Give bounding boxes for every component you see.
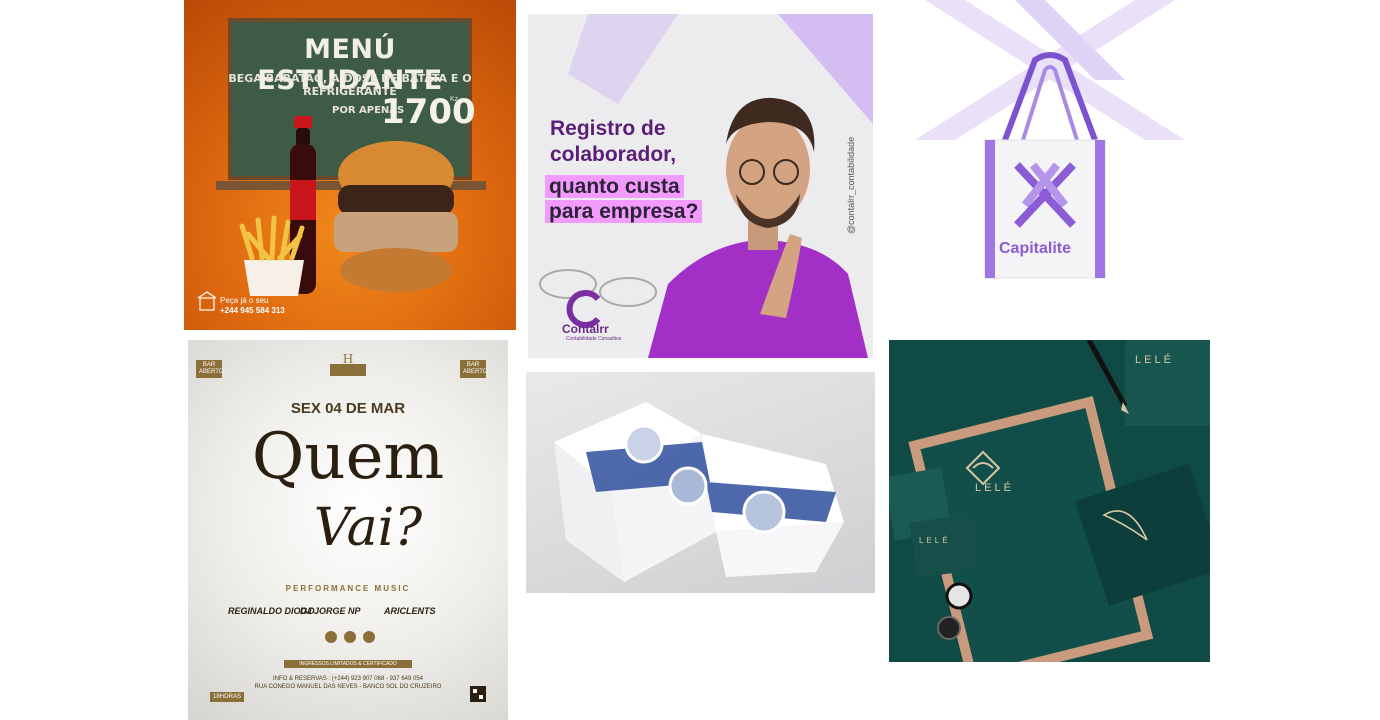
ingressos-banner: INGRESSOS LIMITADOS & CERTIFICADO OBRIGA…	[284, 660, 412, 675]
contalrr-headline-line3: quanto custa	[545, 175, 684, 198]
contalrr-brand-tag: Contabilidade Consultiva	[566, 336, 622, 342]
pen-icon	[1086, 340, 1129, 414]
contalrr-headline-line2: colaborador,	[550, 143, 677, 166]
lele-brand-card: LELÉ	[1135, 354, 1174, 366]
store-icon	[197, 291, 217, 311]
dj-jorge: DJ JORGE NP	[300, 606, 361, 616]
dj-ariclents: ARICLENTS	[384, 606, 436, 616]
music-icons	[325, 631, 375, 643]
contalrr-headline-line1: Registro de	[550, 117, 666, 140]
venue-crest-icon: H	[330, 354, 366, 376]
qr-code-icon	[470, 686, 486, 702]
contalrr-tile[interactable]: Registro de colaborador, quanto custa pa…	[528, 14, 873, 358]
menu-estudante-tile[interactable]: MENÚ ESTUDANTE BEGA BARATÃO, A DOSE DE B…	[184, 0, 516, 330]
bar-aberto-badge-left: BAR ABERTO	[196, 360, 223, 378]
lele-brand-small-card: LELÉ	[919, 536, 951, 545]
event-address: RUA CONEGO MANUEL DAS NEVES - BANCO SOL …	[254, 684, 442, 690]
menu-phone: +244 945 584 313	[220, 306, 285, 315]
person-illustration	[648, 97, 868, 358]
event-headline-quem: Quem	[251, 420, 445, 494]
menu-phone-label: Peça já o seu	[220, 296, 269, 305]
lele-stationery-tile[interactable]: LELÉ LELÉ LELÉ	[889, 340, 1210, 662]
capitalite-brand: Capitalite	[999, 240, 1072, 257]
svg-text:H: H	[343, 354, 353, 366]
contalrr-brand: Contalrr	[562, 322, 609, 336]
lele-stationery-illustration	[889, 340, 1210, 662]
event-headline-vai: Vai?	[313, 498, 423, 558]
menu-food-illustration	[197, 116, 458, 311]
trifold-brochure-illustration	[554, 402, 844, 582]
brochure-tile[interactable]	[526, 372, 875, 593]
event-date: SEX 04 DE MAR	[290, 400, 406, 417]
contalrr-logo-icon	[566, 290, 601, 328]
quem-vai-tile[interactable]: BAR ABERTO BAR ABERTO H SEX 04 DE MAR Qu…	[188, 340, 508, 720]
contalrr-headline-line4: para empresa?	[545, 200, 703, 223]
bar-aberto-badge-right: BAR ABERTO	[460, 360, 487, 378]
contalrr-headline: Registro de colaborador,	[550, 116, 676, 168]
event-reservas: INFO & RESERVAS : (+244) 923 907 068 - 9…	[272, 676, 424, 682]
event-hours: 18HORAS	[210, 692, 245, 702]
lele-brand-letterhead: LELÉ	[975, 482, 1014, 494]
burger-icon	[334, 141, 458, 292]
background-x-icon	[915, 0, 1185, 140]
performance-music-label: PERFORMANCE MUSIC	[285, 584, 411, 593]
contalrr-highlight-text: quanto custa para empresa?	[545, 174, 703, 224]
event-info: INFO & RESERVAS : (+244) 923 907 068 - 9…	[188, 675, 508, 691]
capitalite-bag-tile[interactable]: Capitalite	[905, 0, 1190, 300]
contalrr-handle: @contalrr_contabilidade	[846, 136, 856, 234]
bag-handles	[1002, 52, 1098, 142]
desk-glasses-icon	[539, 269, 657, 307]
